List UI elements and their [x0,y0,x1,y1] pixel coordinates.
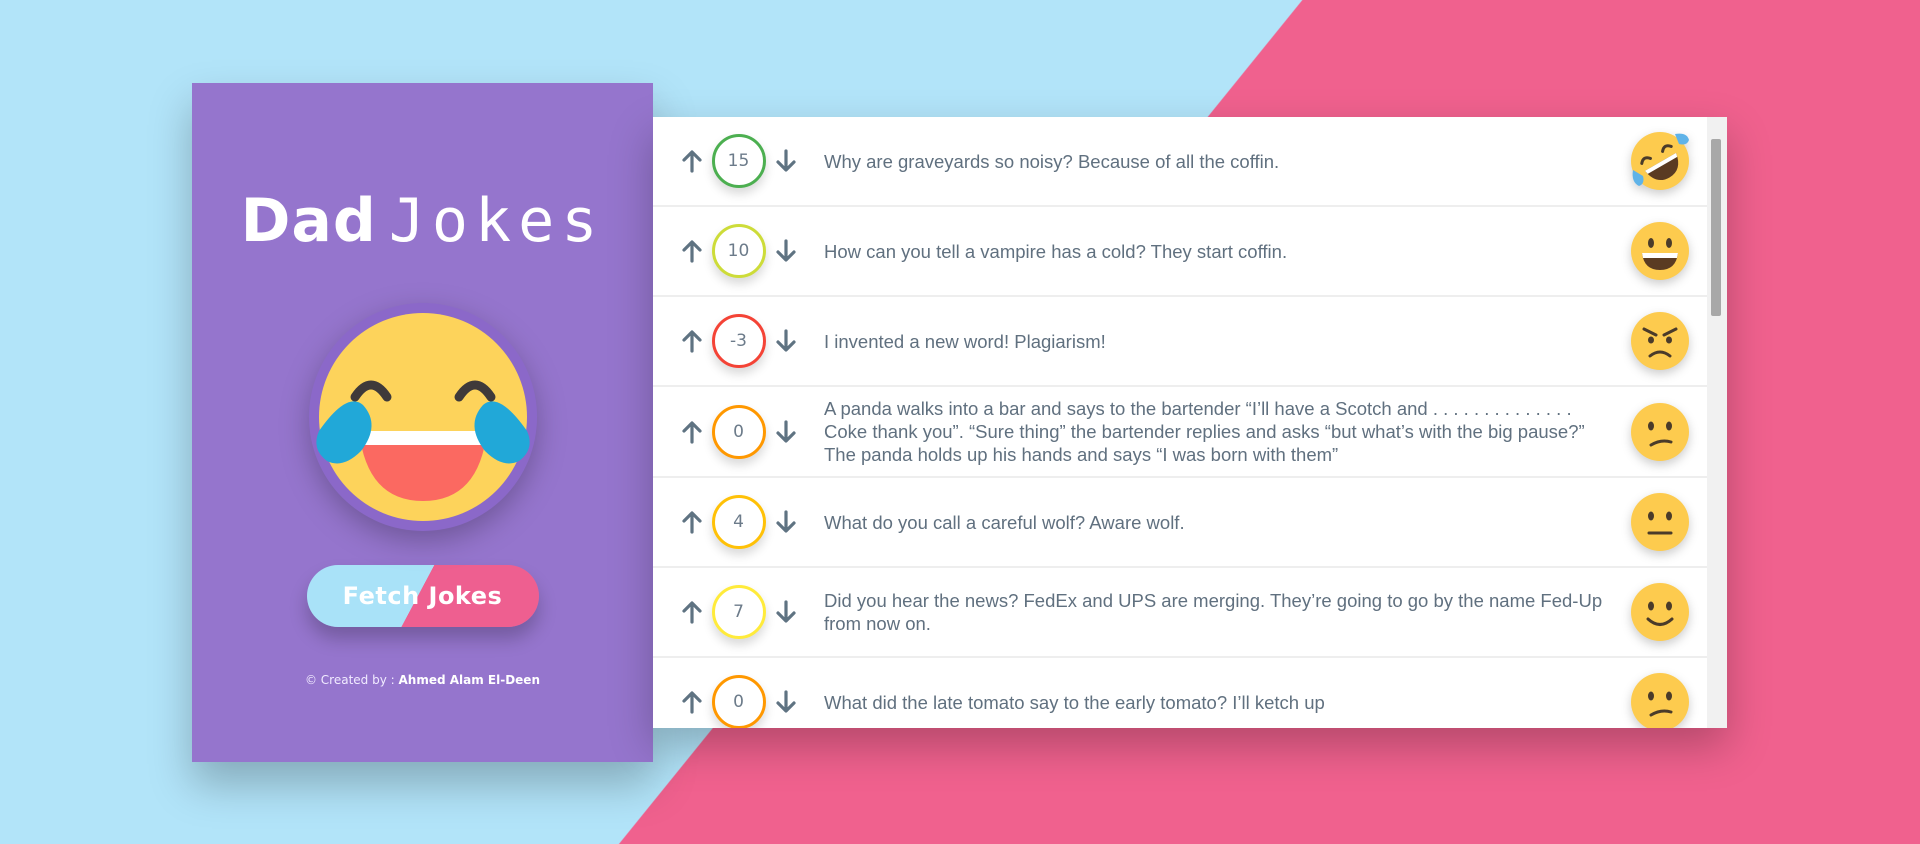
scrollbar[interactable] [1707,117,1727,728]
grinning-icon [1629,220,1691,282]
upvote-icon[interactable] [678,237,706,265]
vote-count: 4 [711,495,766,549]
vote-controls: 7 [653,585,824,639]
upvote-icon[interactable] [678,327,706,355]
joke-text: A panda walks into a bar and says to the… [824,398,1585,465]
joke-list: 15 Why are graveyards so noisy? Because o… [653,117,1707,728]
vote-controls: 15 [653,134,824,188]
joke-row: 15 Why are graveyards so noisy? Because o… [653,117,1707,207]
upvote-icon[interactable] [678,508,706,536]
neutral-icon [1629,491,1691,553]
downvote-icon[interactable] [772,688,800,716]
vote-count: 0 [711,675,766,728]
vote-count: -3 [711,314,766,368]
downvote-icon[interactable] [772,237,800,265]
downvote-icon[interactable] [772,147,800,175]
vote-controls: 10 [653,224,824,278]
joke-row: 10 How can you tell a vampire has a cold?… [653,207,1707,297]
confused-icon [1629,671,1691,728]
joke-text: What did the late tomato say to the earl… [824,691,1325,713]
joke-row: 4 What do you call a careful wolf? Aware … [653,478,1707,568]
confused-icon [1629,401,1691,463]
vote-count: 7 [711,585,766,639]
upvote-icon[interactable] [678,598,706,626]
fetch-jokes-button[interactable]: Fetch Jokes [306,565,539,627]
title-light: Jokes [388,186,605,256]
upvote-icon[interactable] [678,418,706,446]
vote-count: 0 [711,404,766,459]
joke-row: 0 A panda walks into a bar and says to th… [653,387,1707,478]
app-title: Dad Jokes [192,83,653,251]
slight-smile-icon [1629,581,1691,643]
rolling-laughing-icon [1629,130,1691,192]
credit: © Created by : Ahmed Alam El-Deen [192,673,653,687]
downvote-icon[interactable] [772,418,800,446]
vote-controls: -3 [653,314,824,368]
downvote-icon[interactable] [772,327,800,355]
vote-count: 10 [711,224,766,278]
vote-controls: 0 [653,404,824,459]
jokes-panel: 15 Why are graveyards so noisy? Because o… [653,117,1727,728]
credit-prefix: © Created by : [304,673,399,687]
scrollbar-thumb[interactable] [1711,139,1721,316]
vote-controls: 0 [653,675,824,728]
title-bold: Dad [240,186,377,256]
vote-controls: 4 [653,495,824,549]
laughing-tears-icon [307,301,539,533]
joke-text: Why are graveyards so noisy? Because of … [824,150,1280,172]
joke-row: -3 I invented a new word! Plagiarism! [653,297,1707,387]
joke-text: Did you hear the news? FedEx and UPS are… [824,590,1603,634]
joke-row: 7 Did you hear the news? FedEx and UPS ar… [653,568,1707,658]
downvote-icon[interactable] [772,508,800,536]
upvote-icon[interactable] [678,147,706,175]
joke-text: I invented a new word! Plagiarism! [824,330,1106,352]
upvote-icon[interactable] [678,688,706,716]
sidebar: Dad Jokes Fetch Jokes © Created by : Ahme… [192,83,653,762]
joke-text: How can you tell a vampire has a cold? T… [824,240,1288,262]
joke-row: 0 What did the late tomato say to the ear… [653,658,1707,728]
vote-count: 15 [711,134,766,188]
joke-text: What do you call a careful wolf? Aware w… [824,511,1185,533]
downvote-icon[interactable] [772,598,800,626]
author-name: Ahmed Alam El-Deen [398,673,541,687]
angry-icon [1629,310,1691,372]
